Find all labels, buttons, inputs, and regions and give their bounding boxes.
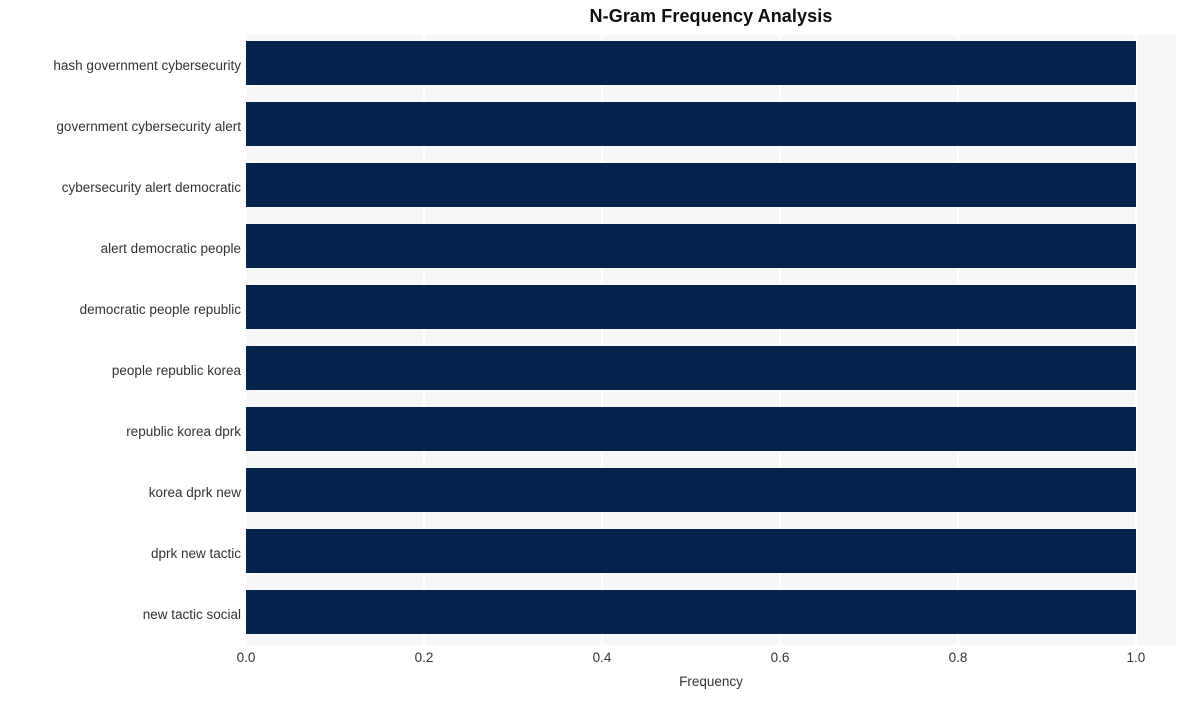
chart-title: N-Gram Frequency Analysis xyxy=(589,6,833,26)
y-axis-tick-labels: hash government cybersecurity government … xyxy=(0,35,241,645)
x-axis-title: Frequency xyxy=(679,674,743,689)
y-tick-label: republic korea dprk xyxy=(126,423,241,439)
bar[interactable] xyxy=(246,407,1136,451)
bar[interactable] xyxy=(246,163,1136,207)
y-tick-label: alert democratic people xyxy=(100,240,241,256)
bar-track xyxy=(246,462,1176,523)
bar[interactable] xyxy=(246,529,1136,573)
y-tick-label: hash government cybersecurity xyxy=(53,57,241,73)
bar-track xyxy=(246,523,1176,584)
y-tick-label: government cybersecurity alert xyxy=(56,118,241,134)
y-tick-label: new tactic social xyxy=(142,606,241,622)
y-tick-label: korea dprk new xyxy=(148,484,241,500)
bar-track xyxy=(246,96,1176,157)
bar-track xyxy=(246,401,1176,462)
bar[interactable] xyxy=(246,41,1136,85)
bar[interactable] xyxy=(246,346,1136,390)
x-tick-label: 0.6 xyxy=(770,650,790,665)
bar[interactable] xyxy=(246,590,1136,634)
chart-figure: N-Gram Frequency Analysis hash governmen… xyxy=(0,0,1186,701)
y-tick-label: democratic people republic xyxy=(79,301,241,317)
y-tick-label: people republic korea xyxy=(111,362,241,378)
x-tick-label: 0.2 xyxy=(414,650,434,665)
bar-track xyxy=(246,35,1176,96)
bar[interactable] xyxy=(246,468,1136,512)
bar[interactable] xyxy=(246,285,1136,329)
bar-track xyxy=(246,157,1176,218)
bar-track xyxy=(246,584,1176,645)
y-tick-label: dprk new tactic xyxy=(150,545,241,561)
bar-track xyxy=(246,340,1176,401)
y-tick-label: cybersecurity alert democratic xyxy=(61,179,241,195)
x-axis-tick-labels: 0.0 0.2 0.4 0.6 0.8 1.0 xyxy=(237,650,1176,670)
plot-area xyxy=(246,35,1176,645)
bar[interactable] xyxy=(246,102,1136,146)
x-tick-label: 0.4 xyxy=(592,650,612,665)
x-tick-label: 0.0 xyxy=(236,650,256,665)
bar-track xyxy=(246,218,1176,279)
x-tick-label: 1.0 xyxy=(1126,650,1146,665)
bar[interactable] xyxy=(246,224,1136,268)
bar-track xyxy=(246,279,1176,340)
x-tick-label: 0.8 xyxy=(948,650,968,665)
